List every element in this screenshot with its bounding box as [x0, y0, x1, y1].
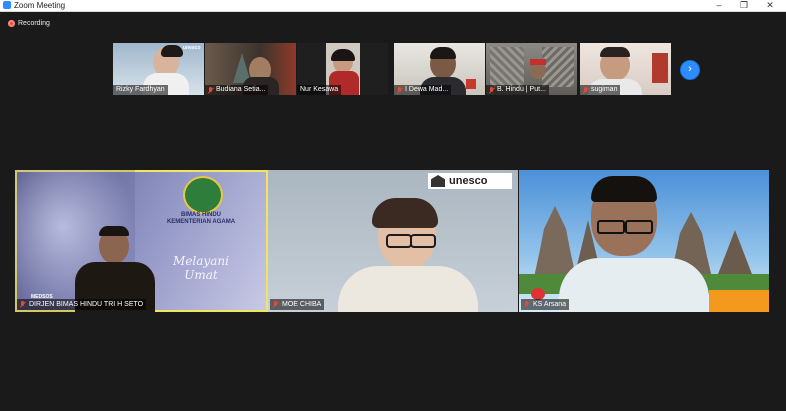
speaker-video-tile[interactable]: BIMAS HINDU KEMENTERIAN AGAMA Melayani U…	[15, 170, 268, 312]
participant-video	[161, 45, 183, 57]
close-button[interactable]: ✕	[759, 0, 781, 11]
participant-thumbnail[interactable]: I Dewa Mad...	[394, 43, 485, 95]
recording-label: Recording	[18, 19, 50, 27]
participant-thumbnail[interactable]: Nur Kesawa	[297, 43, 388, 95]
participant-video	[466, 79, 476, 89]
participant-name-label: Nur Kesawa	[297, 85, 342, 95]
unesco-watermark: unesco	[183, 45, 201, 51]
mic-muted-icon	[208, 86, 214, 94]
mic-muted-icon	[489, 86, 495, 94]
participant-video	[490, 47, 524, 87]
participant-video	[331, 49, 355, 61]
unesco-logo: unesco	[428, 173, 512, 189]
participant-name-label: MOE CHIBA	[270, 299, 325, 310]
participant-video	[530, 59, 546, 65]
title-bar: Zoom Meeting – ❐ ✕	[0, 0, 786, 12]
glasses	[597, 220, 625, 234]
maximize-button[interactable]: ❐	[733, 0, 755, 11]
recording-indicator[interactable]: Recording	[8, 18, 50, 28]
participant-name-label: KS Arsana	[521, 299, 570, 310]
mic-muted-icon	[524, 301, 530, 308]
participant-thumbnail[interactable]: sugiman	[580, 43, 671, 95]
org-label: BIMAS HINDU KEMENTERIAN AGAMA	[166, 212, 236, 225]
participant-thumbnail-strip: unesco Rizky Fardhyan Budiana Setia... N…	[113, 43, 673, 95]
participant-video	[542, 47, 574, 87]
mic-muted-icon	[583, 86, 589, 94]
participant-name-label: Budiana Setia...	[205, 85, 269, 95]
participant-thumbnail[interactable]: unesco Rizky Fardhyan	[113, 43, 204, 95]
participant-thumbnail[interactable]: B. Hindu | Put...	[486, 43, 577, 95]
glasses	[410, 234, 436, 248]
mic-muted-icon	[273, 301, 279, 308]
next-page-button[interactable]: ›	[680, 60, 700, 80]
slogan-text: Melayani Umat	[173, 254, 229, 282]
participant-video	[99, 226, 129, 236]
temple-icon	[431, 175, 445, 187]
zoom-app-icon	[3, 1, 11, 9]
participant-video	[372, 198, 438, 228]
speaker-video-tile[interactable]: KS Arsana	[519, 170, 769, 312]
mic-muted-icon	[397, 86, 403, 94]
speaker-video-tile[interactable]: unesco MOE CHIBA	[268, 170, 518, 312]
participant-video	[559, 258, 709, 312]
banner-background	[709, 290, 769, 312]
participant-name-label: B. Hindu | Put...	[486, 85, 549, 95]
participant-name-label: sugiman	[580, 85, 621, 95]
participant-name-label: Rizky Fardhyan	[113, 85, 168, 95]
window-title: Zoom Meeting	[14, 1, 66, 10]
glasses	[625, 220, 653, 234]
mic-muted-icon	[20, 301, 26, 308]
participant-video	[338, 266, 478, 312]
participant-name-label: I Dewa Mad...	[394, 85, 452, 95]
minimize-button[interactable]: –	[708, 0, 730, 11]
glasses	[386, 234, 412, 248]
participant-video	[591, 176, 657, 202]
participant-video	[430, 47, 456, 59]
participant-video	[652, 53, 668, 83]
participant-video	[600, 47, 630, 57]
participant-name-label: DIRJEN BIMAS HINDU TRI H SETO	[17, 299, 147, 310]
participant-thumbnail[interactable]: Budiana Setia...	[205, 43, 296, 95]
record-icon	[8, 19, 15, 27]
kemenag-logo	[183, 176, 223, 214]
